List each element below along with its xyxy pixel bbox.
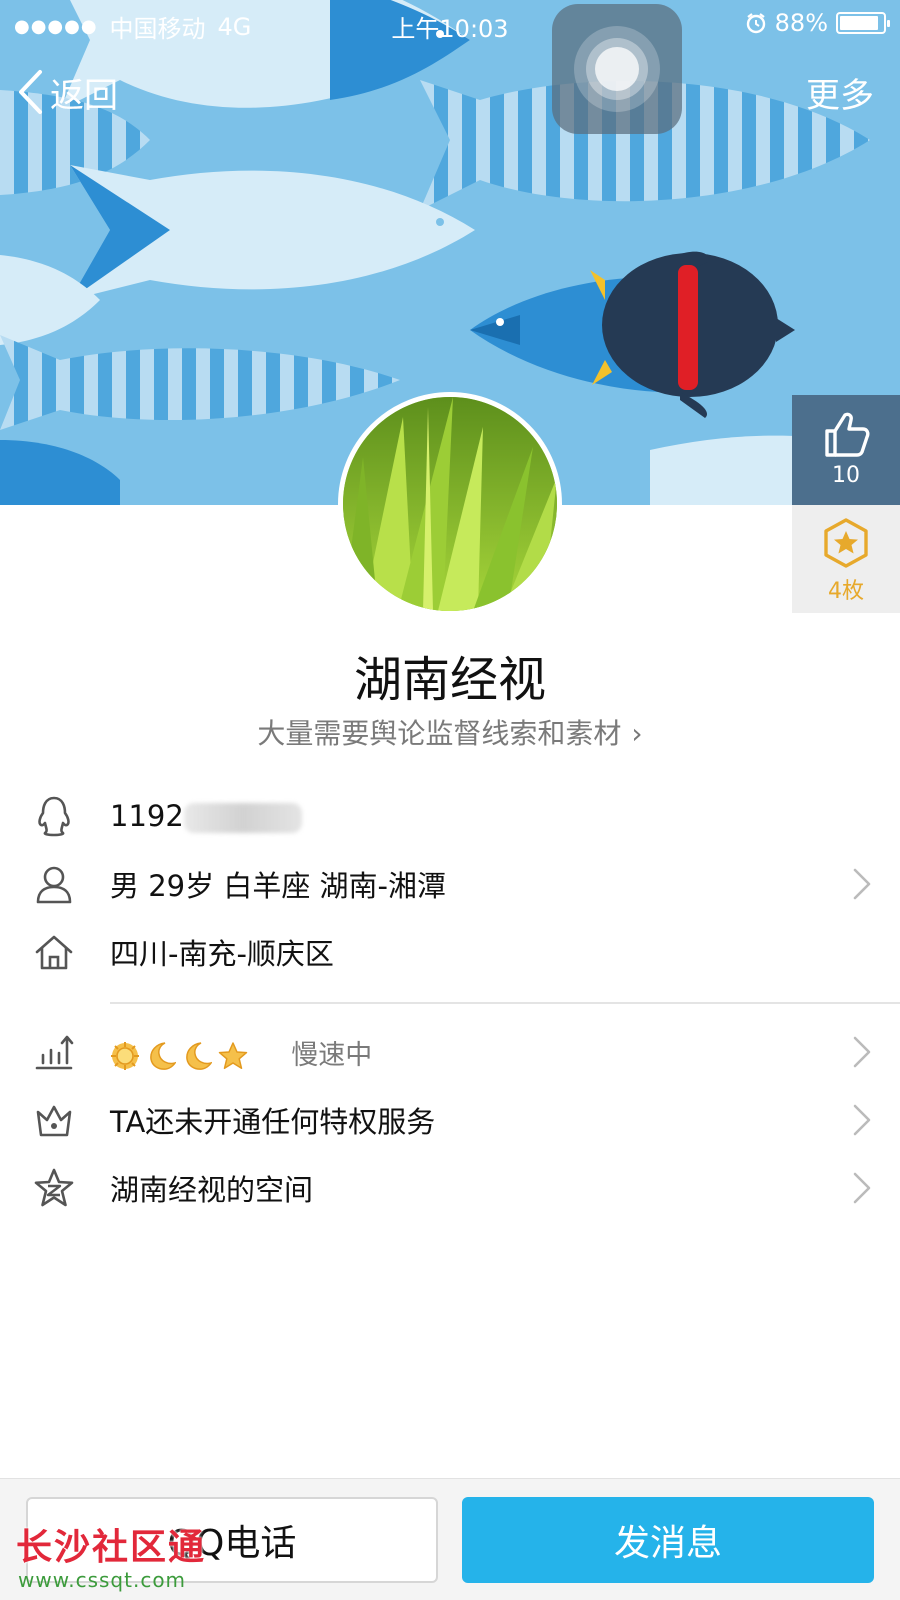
level-status: 慢速中	[291, 1039, 373, 1071]
send-message-button[interactable]: 发消息	[462, 1497, 874, 1583]
chevron-right-icon	[853, 1036, 871, 1068]
chevron-right-icon	[853, 1104, 871, 1136]
status-bar: ●●●●● 中国移动 4G 上午10:03 88%	[0, 0, 900, 46]
qq-number-text: 1192	[110, 799, 184, 833]
star-medal-icon	[824, 518, 868, 568]
back-button[interactable]: 返回	[16, 66, 118, 118]
level-row[interactable]: 慢速中	[0, 1018, 900, 1086]
divider	[110, 1002, 900, 1004]
qzone-text: 湖南经视的空间	[110, 1173, 314, 1207]
watermark-title: 长沙社区通	[16, 1527, 207, 1568]
hometown-text: 四川-南充-顺庆区	[110, 937, 334, 971]
home-icon	[32, 930, 76, 974]
assistive-touch-button[interactable]	[552, 4, 682, 134]
qq-number-row: 1192	[0, 782, 900, 850]
person-icon	[32, 862, 76, 906]
crown-icon	[32, 1098, 76, 1142]
qq-number-blur	[183, 803, 302, 833]
chevron-left-icon	[19, 70, 42, 114]
site-watermark: 长沙社区通 www.cssqt.com	[12, 1518, 242, 1598]
moon-icon	[186, 1041, 212, 1070]
hometown-row: 四川-南充-顺庆区	[0, 918, 900, 986]
qzone-row[interactable]: 湖南经视的空间	[0, 1154, 900, 1222]
like-button[interactable]: 10	[792, 395, 900, 505]
back-label: 返回	[50, 75, 118, 116]
basic-info-text: 男 29岁 白羊座 湖南-湘潭	[110, 869, 447, 903]
qzone-star-icon	[32, 1166, 76, 1210]
watermark-url: www.cssqt.com	[18, 1568, 187, 1592]
nickname: 湖南经视	[353, 652, 546, 708]
chevron-right-icon	[853, 868, 871, 900]
qq-number: 1192	[110, 799, 302, 833]
status-right: 88%	[745, 9, 890, 37]
star-icon	[218, 1041, 248, 1069]
badge-medal-button[interactable]: 4枚	[792, 505, 900, 613]
level-chart-icon	[32, 1030, 76, 1074]
signature-text: 大量需要舆论监督线索和素材	[257, 717, 622, 750]
alarm-clock-icon	[746, 13, 765, 34]
thumbs-up-icon	[825, 412, 870, 457]
more-button[interactable]: 更多	[806, 66, 874, 118]
signature-link[interactable]: 大量需要舆论监督线索和素材 ›	[0, 712, 900, 752]
privilege-text: TA还未开通任何特权服务	[110, 1105, 436, 1139]
penguin-outline-icon	[32, 794, 76, 838]
basic-info-row[interactable]: 男 29岁 白羊座 湖南-湘潭	[0, 850, 900, 918]
level-content: 慢速中	[110, 1033, 372, 1072]
like-count: 10	[832, 463, 860, 488]
sun-icon	[111, 1041, 139, 1070]
battery-percent: 88%	[774, 9, 828, 37]
moon-icon	[150, 1041, 176, 1070]
badge-count: 4枚	[828, 579, 864, 604]
chevron-right-icon: ›	[631, 717, 643, 750]
battery-icon	[836, 12, 890, 34]
level-icons	[110, 1041, 248, 1071]
privilege-row[interactable]: TA还未开通任何特权服务	[0, 1086, 900, 1154]
grass-avatar-image	[343, 397, 557, 611]
chevron-right-icon	[853, 1172, 871, 1204]
avatar[interactable]	[338, 392, 562, 616]
